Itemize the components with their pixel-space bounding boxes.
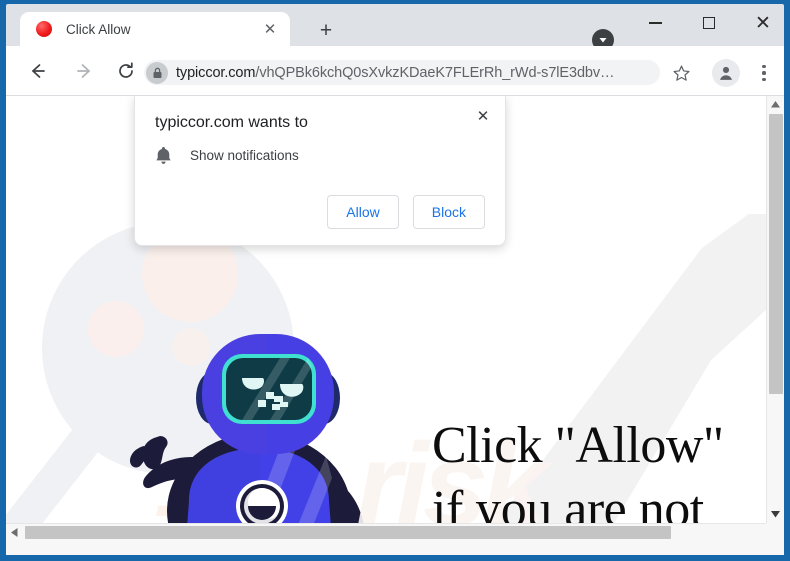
url-domain: typiccor.com	[176, 64, 256, 81]
favicon-icon	[36, 21, 52, 37]
dialog-title: typiccor.com wants to	[155, 114, 308, 131]
vertical-scrollbar[interactable]	[766, 96, 784, 523]
notification-permission-dialog: ✕ typiccor.com wants to Show notificatio…	[134, 96, 506, 246]
tab-strip: Click Allow ✕ + ✕	[6, 4, 786, 51]
horizontal-scrollbar-thumb[interactable]	[25, 526, 671, 539]
window-bottom-strip	[6, 541, 784, 555]
vertical-scrollbar-thumb[interactable]	[769, 114, 783, 394]
close-icon[interactable]: ✕	[258, 17, 282, 41]
headline-line-1: Click "Allow"	[432, 417, 724, 474]
page-viewport: pcrisk	[6, 96, 784, 555]
address-bar[interactable]: typiccor.com/vhQPBk6kchQ0sXvkzKDaeK7FLEr…	[144, 60, 660, 85]
three-dot-menu-icon[interactable]	[754, 61, 774, 85]
headline-line-2: if you are not	[432, 481, 704, 523]
menu-dot	[762, 65, 766, 69]
permission-label: Show notifications	[190, 148, 299, 163]
url-text: typiccor.com/vhQPBk6kchQ0sXvkzKDaeK7FLEr…	[176, 65, 614, 81]
new-tab-button[interactable]: +	[312, 16, 340, 44]
scroll-up-icon[interactable]	[767, 96, 784, 113]
avatar-icon	[720, 66, 732, 80]
close-window-button[interactable]: ✕	[740, 8, 786, 38]
back-arrow-icon	[32, 64, 45, 78]
permission-row: Show notifications	[155, 146, 299, 165]
dialog-actions: Allow Block	[327, 195, 485, 229]
browser-tab[interactable]: Click Allow ✕	[20, 12, 290, 46]
menu-dot	[762, 71, 766, 75]
bell-icon	[156, 147, 171, 164]
url-path: /vhQPBk6kchQ0sXvkzKDaeK7FLErRh_rWd-s7lE3…	[255, 64, 615, 81]
scroll-down-icon[interactable]	[767, 506, 784, 523]
scroll-left-icon[interactable]	[6, 524, 23, 541]
minimize-icon	[648, 22, 662, 24]
block-button[interactable]: Block	[412, 195, 485, 229]
maximize-icon	[703, 17, 715, 29]
minimize-button[interactable]	[632, 8, 678, 38]
browser-toolbar: typiccor.com/vhQPBk6kchQ0sXvkzKDaeK7FLEr…	[6, 46, 784, 96]
dialog-close-icon[interactable]: ✕	[469, 102, 497, 130]
back-button[interactable]	[22, 55, 54, 87]
reload-button[interactable]	[110, 55, 142, 87]
scrollbar-corner	[766, 523, 784, 541]
close-window-icon: ✕	[755, 12, 771, 34]
star-icon[interactable]	[668, 60, 694, 86]
forward-button[interactable]	[68, 55, 100, 87]
forward-arrow-icon	[77, 64, 90, 78]
browser-window: Click Allow ✕ + ✕ typiccor.com/vhQPBk6kc…	[0, 0, 790, 561]
avatar[interactable]	[712, 59, 740, 87]
lock-icon[interactable]	[146, 61, 168, 84]
reload-icon	[119, 62, 133, 78]
allow-button[interactable]: Allow	[327, 195, 399, 229]
horizontal-scrollbar[interactable]	[6, 523, 784, 541]
maximize-button[interactable]	[686, 8, 732, 38]
menu-dot	[762, 77, 766, 81]
page-headline: Click "Allow" if you are not a robot	[432, 414, 766, 523]
tab-title: Click Allow	[66, 21, 131, 37]
